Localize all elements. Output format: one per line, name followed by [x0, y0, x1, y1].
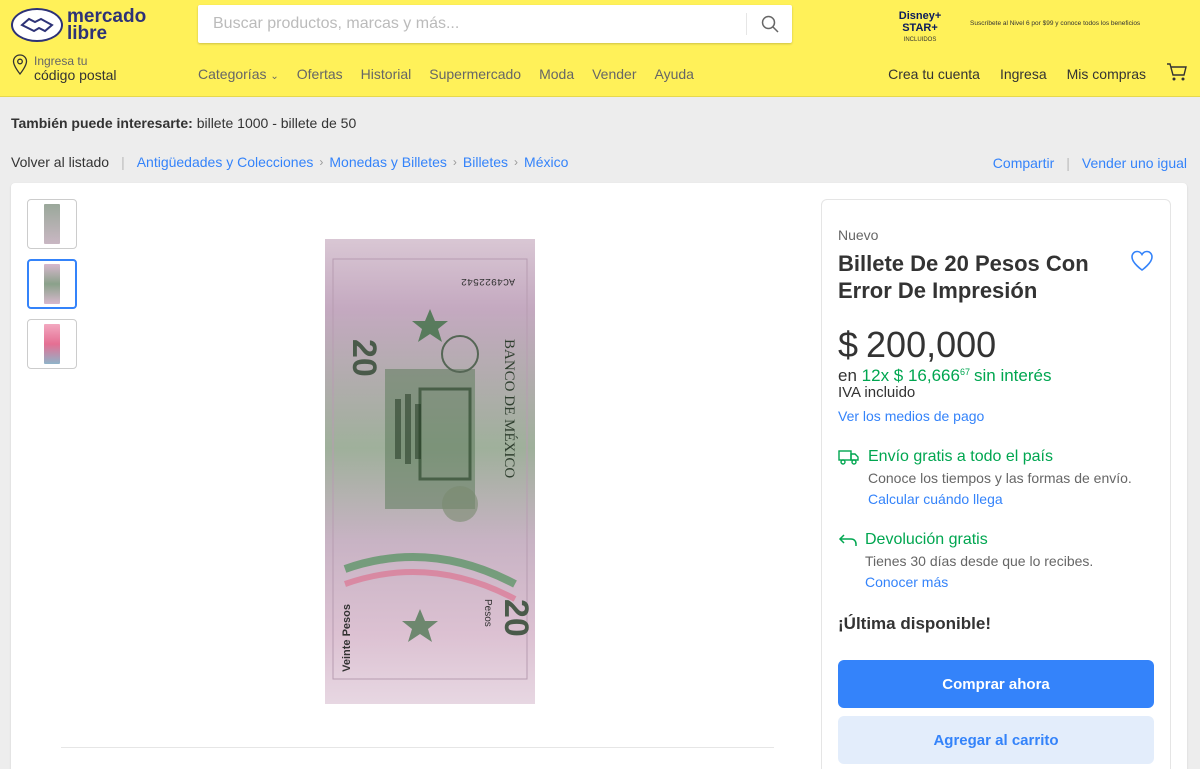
thumbnail-image — [44, 324, 60, 364]
account-nav: Crea tu cuenta Ingresa Mis compras — [888, 62, 1188, 85]
price: $200,000 — [838, 324, 996, 366]
banknote-words: Veinte Pesos — [341, 604, 353, 672]
location-selector[interactable]: Ingresa tu código postal — [12, 54, 117, 86]
thumbnail-3[interactable] — [27, 319, 77, 369]
location-pin-icon — [12, 54, 28, 76]
create-account-link[interactable]: Crea tu cuenta — [888, 66, 980, 82]
search-button[interactable] — [746, 13, 792, 35]
banknote-pesos: Pesos — [482, 599, 493, 627]
nav-categorias[interactable]: Categorías ⌄ — [198, 66, 279, 82]
promo-included: INCLUIDOS — [903, 37, 937, 43]
price-currency: $ — [838, 324, 859, 365]
tax-note: IVA incluido — [838, 384, 916, 401]
nav-ayuda[interactable]: Ayuda — [654, 66, 693, 82]
related-searches-label: También puede interesarte: — [11, 115, 193, 131]
price-value: 200,000 — [866, 324, 997, 365]
thumbnail-image — [44, 264, 60, 304]
banknote-bank-name: BANCO DE MÉXICO — [501, 339, 518, 478]
promo-logo-text: Disney+ STAR+ — [898, 10, 942, 34]
nav-historial[interactable]: Historial — [361, 66, 412, 82]
calculate-delivery-link[interactable]: Calcular cuándo llega — [868, 491, 1003, 507]
installments-amount: 12x $ 16,666 — [861, 366, 960, 385]
breadcrumb: Volver al listado | Antigüedades y Colec… — [11, 154, 568, 170]
product-title: Billete De 20 Pesos Con Error De Impresi… — [838, 251, 1089, 303]
return-title: Devolución gratis — [865, 531, 988, 548]
breadcrumb-divider: | — [121, 154, 125, 170]
share-link[interactable]: Compartir — [993, 155, 1054, 171]
main-nav: Categorías ⌄ Ofertas Historial Supermerc… — [198, 66, 694, 82]
breadcrumb-item-billetes[interactable]: Billetes — [463, 154, 508, 170]
location-big-label: código postal — [34, 67, 117, 83]
nav-vender[interactable]: Vender — [592, 66, 636, 82]
nav-ofertas[interactable]: Ofertas — [297, 66, 343, 82]
my-purchases-link[interactable]: Mis compras — [1067, 66, 1146, 82]
truck-icon — [838, 450, 859, 465]
installments-cents: 67 — [959, 367, 970, 377]
nav-supermercado[interactable]: Supermercado — [429, 66, 521, 82]
thumbnail-2[interactable] — [27, 259, 77, 309]
thumbnail-image — [44, 204, 60, 244]
search-bar — [198, 5, 792, 43]
stock-label: ¡Última disponible! — [838, 614, 991, 633]
installments-prefix: en — [838, 366, 857, 385]
installments: en 12x $ 16,66667 sin interés — [838, 366, 1051, 386]
heart-icon — [1131, 250, 1153, 271]
favorite-button[interactable] — [1130, 250, 1154, 274]
promo-text: Suscríbete al Nivel 6 por $99 y conoce t… — [970, 20, 1141, 27]
thumbnail-1[interactable] — [27, 199, 77, 249]
product-card: AC4922542 20 BANCO DE MÉXICO 20 Veinte P… — [11, 183, 1187, 769]
chevron-right-icon: › — [319, 155, 324, 169]
product-main-image[interactable]: AC4922542 20 BANCO DE MÉXICO 20 Veinte P… — [325, 239, 535, 704]
learn-more-link[interactable]: Conocer más — [865, 574, 948, 590]
chevron-down-icon: ⌄ — [270, 71, 279, 82]
return-arrow-icon — [838, 534, 857, 546]
nav-categorias-label: Categorías — [198, 66, 267, 82]
shipping-description: Conoce los tiempos y las formas de envío… — [868, 470, 1132, 486]
back-to-listing-link[interactable]: Volver al listado — [11, 154, 109, 170]
banknote-image: AC4922542 20 BANCO DE MÉXICO 20 Veinte P… — [325, 239, 535, 704]
buy-now-button[interactable]: Comprar ahora — [838, 660, 1154, 708]
add-to-cart-button[interactable]: Agregar al carrito — [838, 716, 1154, 764]
share-divider: | — [1066, 155, 1070, 171]
search-input[interactable] — [198, 5, 746, 43]
banknote-denomination-bottom: 20 — [497, 599, 535, 637]
login-link[interactable]: Ingresa — [1000, 66, 1047, 82]
condition-label: Nuevo — [838, 227, 879, 243]
search-icon — [761, 15, 779, 33]
promo-banner[interactable]: Disney+ STAR+ INCLUIDOS Suscríbete al Ni… — [880, 10, 1190, 44]
breadcrumb-item-monedas[interactable]: Monedas y Billetes — [329, 154, 447, 170]
shipping-title: Envío gratis a todo el país — [868, 448, 1053, 465]
site-header: mercado libre Disney+ STAR+ INCLUIDOS Su… — [0, 0, 1200, 97]
logo-text: mercado libre — [67, 7, 146, 44]
cart-icon — [1167, 63, 1187, 81]
related-searches-items[interactable]: billete 1000 - billete de 50 — [197, 115, 357, 131]
logo-line-2: libre — [67, 23, 108, 44]
buy-box: Nuevo Billete De 20 Pesos Con Error De I… — [821, 199, 1171, 769]
related-searches: También puede interesarte: billete 1000 … — [11, 115, 356, 131]
payment-methods-link[interactable]: Ver los medios de pago — [838, 408, 984, 424]
banknote-serial: AC4922542 — [461, 275, 515, 286]
installments-suffix: sin interés — [973, 366, 1052, 385]
sell-similar-link[interactable]: Vender uno igual — [1082, 155, 1187, 171]
nav-moda[interactable]: Moda — [539, 66, 574, 82]
chevron-right-icon: › — [514, 155, 519, 169]
handshake-icon — [11, 8, 63, 42]
return-description: Tienes 30 días desde que lo recibes. — [865, 553, 1094, 569]
cart-button[interactable] — [1166, 62, 1188, 85]
banknote-denomination-top: 20 — [345, 339, 383, 377]
chevron-right-icon: › — [452, 155, 457, 169]
breadcrumb-item-antiguedades[interactable]: Antigüedades y Colecciones — [137, 154, 314, 170]
location-small-label: Ingresa tu — [34, 54, 88, 68]
mercadolibre-logo[interactable]: mercado libre — [11, 6, 151, 44]
breadcrumb-item-mexico[interactable]: México — [524, 154, 568, 170]
disney-star-logo: Disney+ STAR+ INCLUIDOS — [880, 10, 960, 46]
section-divider — [61, 747, 774, 748]
share-actions: Compartir | Vender uno igual — [993, 155, 1187, 171]
